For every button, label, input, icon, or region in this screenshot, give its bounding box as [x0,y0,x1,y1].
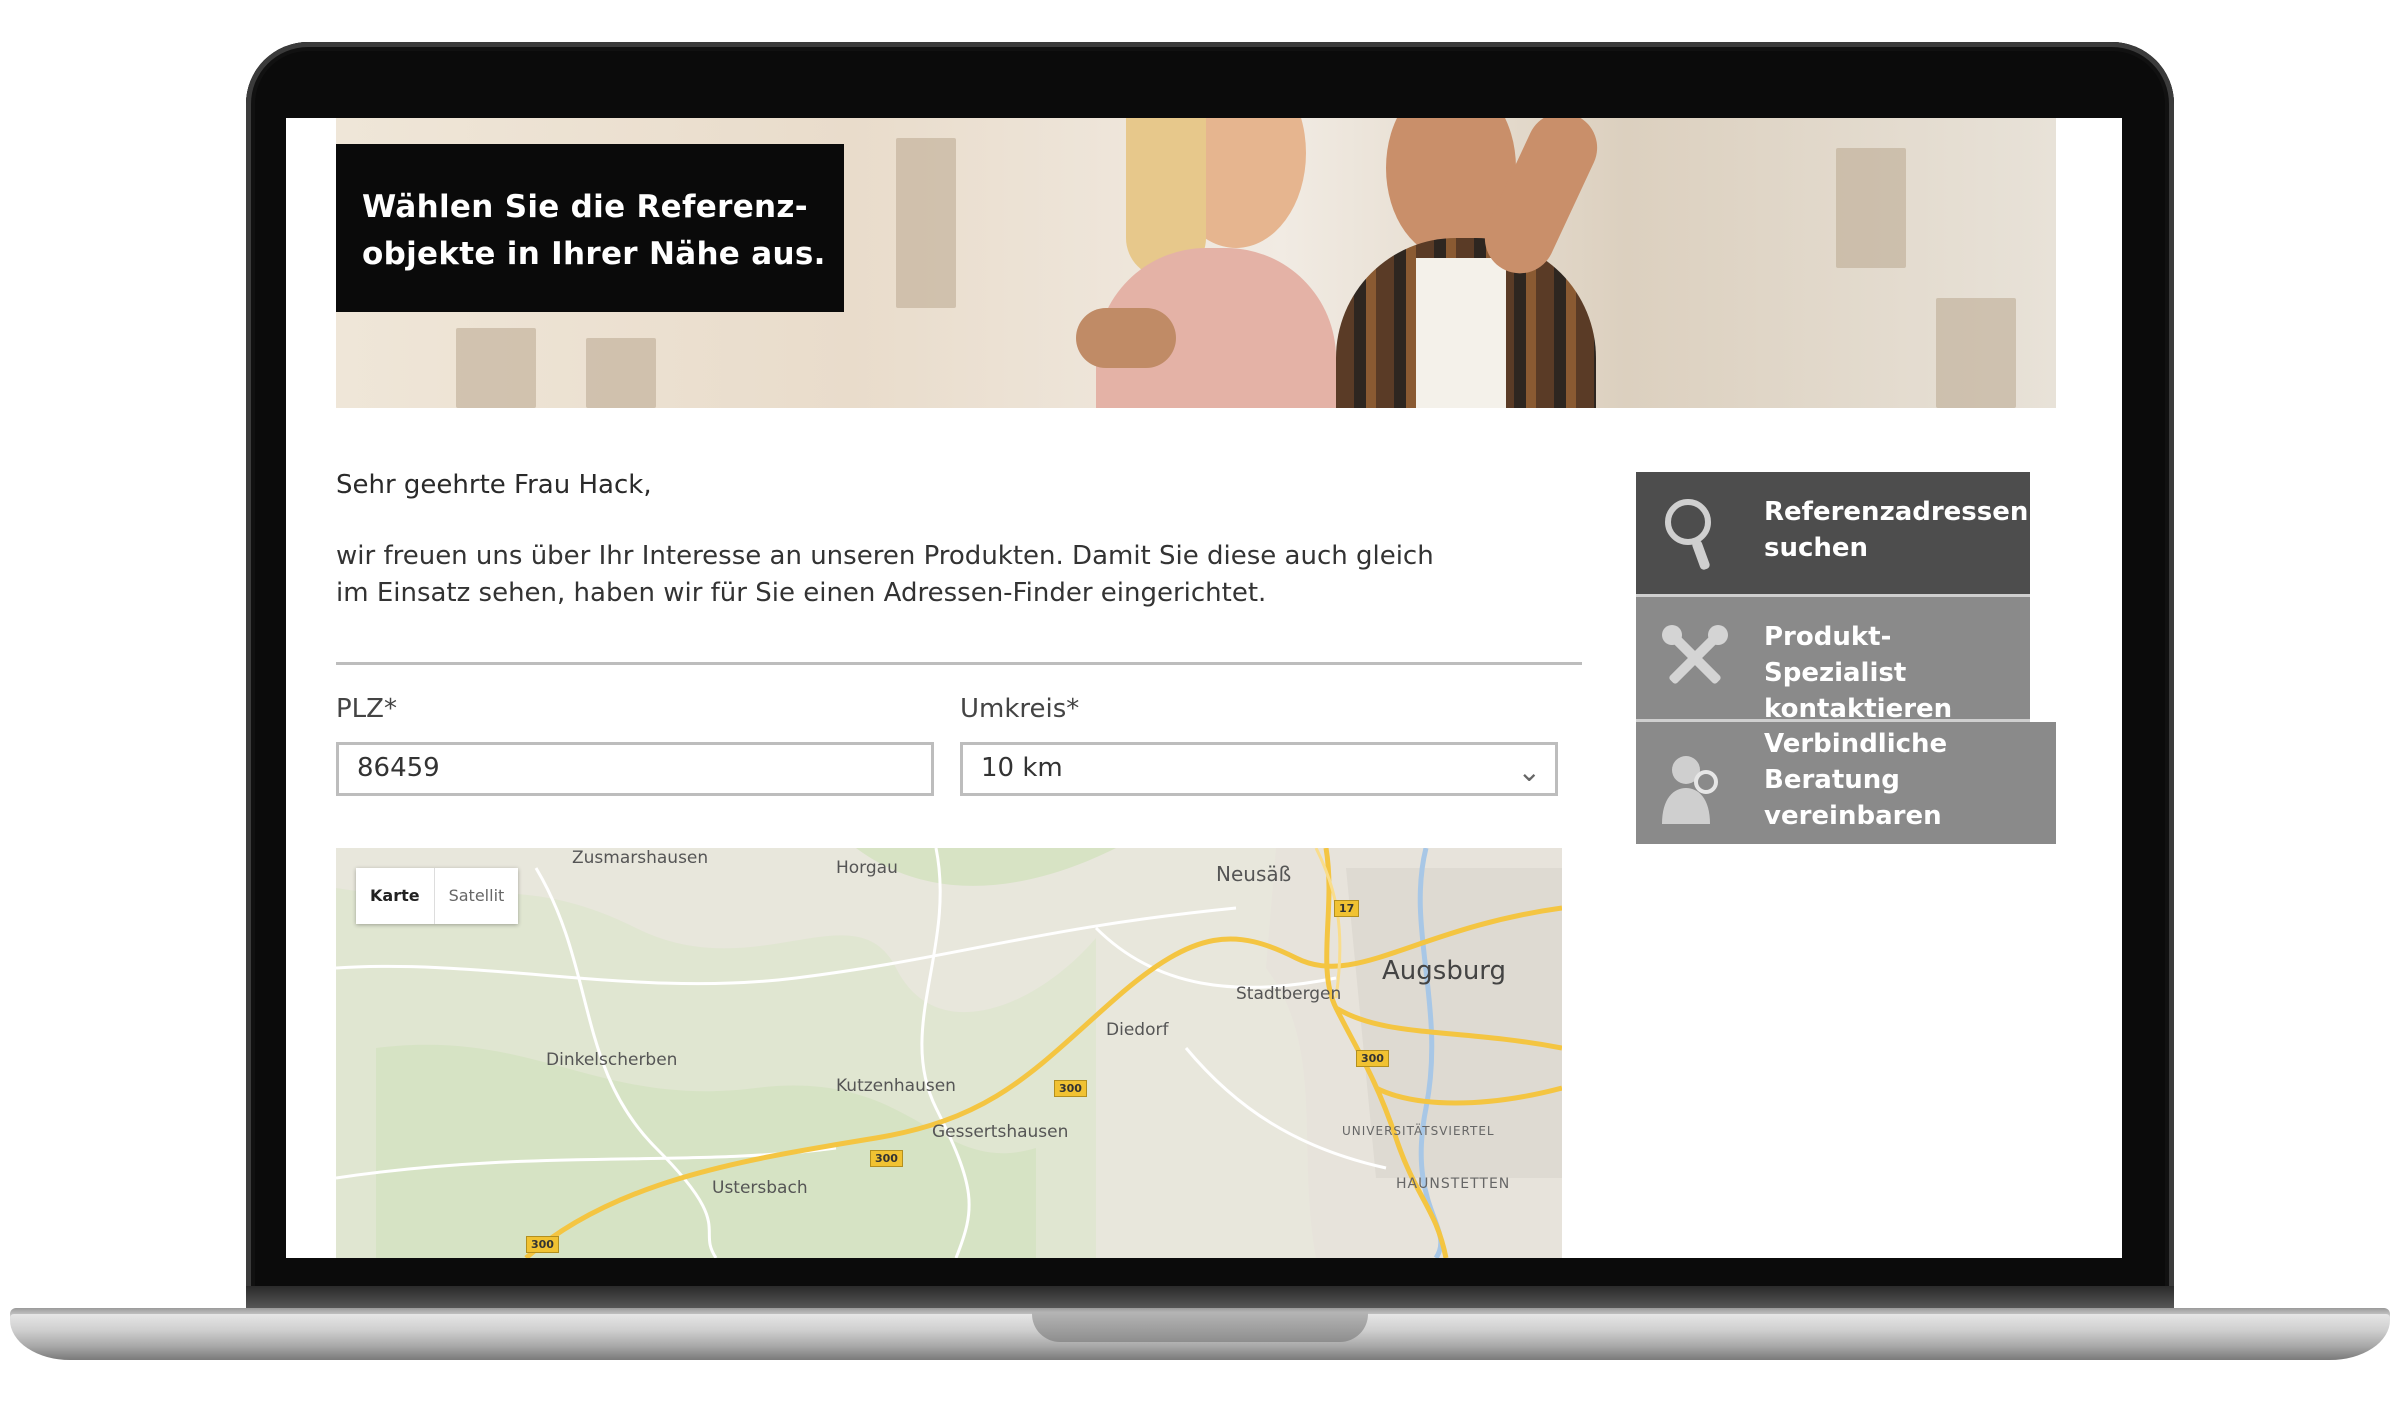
laptop-hinge [246,1286,2174,1310]
map-label-haunstetten: HAUNSTETTEN [1396,1176,1511,1192]
laptop-notch [1032,1312,1368,1342]
hero-headline-line2: objekte in Ihrer Nähe aus. [362,236,826,272]
radius-select-value: 10 km [981,753,1063,783]
plz-label: PLZ* [336,694,397,724]
intro-text: wir freuen uns über Ihr Interesse an uns… [336,538,1536,612]
sidebar-item-search-references[interactable]: Referenzadressen suchen [1636,472,2030,594]
consultant-icon [1656,748,1734,826]
radius-label: Umkreis* [960,694,1080,724]
sidebar-item-line: Referenzadressen [1764,497,2029,527]
building-window [896,138,956,308]
hero-banner: Wählen Sie die Referenz- objekte in Ihre… [336,118,2056,408]
sidebar-item-label: Verbindliche Beratung vereinbaren [1764,726,1947,834]
map-label-zusmarshausen: Zusmarshausen [572,848,709,868]
sidebar-item-line: Verbindliche [1764,729,1948,759]
satellite-view-button[interactable]: Satellit [435,868,519,924]
map[interactable]: Karte Satellit Zusmarshausen Horgau Neus… [336,848,1562,1258]
tools-icon [1656,619,1734,697]
hero-headline: Wählen Sie die Referenz- objekte in Ihre… [362,184,826,278]
sidebar-item-contact-specialist[interactable]: Produkt-Spezialist kontaktieren [1636,597,2030,724]
map-label-kutzenhausen: Kutzenhausen [836,1076,956,1096]
map-label-horgau: Horgau [836,858,898,878]
man-hand [1076,308,1176,368]
building-window [1836,148,1906,268]
sidebar-item-line: Beratung [1764,765,1900,795]
sidebar-item-line: Produkt-Spezialist [1764,622,1907,688]
road-shield: 300 [1054,1080,1087,1097]
laptop-screen: Wählen Sie die Referenz- objekte in Ihre… [286,118,2122,1258]
map-label-neusaess: Neusäß [1216,862,1292,886]
sidebar-item-label: Referenzadressen suchen [1764,494,2028,566]
hero-headline-box: Wählen Sie die Referenz- objekte in Ihre… [336,144,844,312]
road-shield: 17 [1334,900,1360,917]
map-label-universitaetsviertel: UNIVERSITÄTSVIERTEL [1342,1124,1495,1138]
map-type-toggle: Karte Satellit [356,868,519,924]
map-label-diedorf: Diedorf [1106,1020,1169,1040]
divider [336,662,1582,665]
map-label-ustersbach: Ustersbach [712,1178,808,1198]
map-label-dinkelscherben: Dinkelscherben [546,1050,678,1070]
man-tshirt [1416,258,1506,408]
road-shield: 300 [1356,1050,1389,1067]
building-window [586,338,656,408]
greeting-text: Sehr geehrte Frau Hack, [336,470,652,500]
road-shield: 300 [870,1150,903,1167]
radius-select[interactable]: 10 km ⌄ [960,742,1558,796]
building-window [1936,298,2016,408]
map-view-button[interactable]: Karte [356,868,435,924]
magnifier-icon [1656,494,1734,572]
sidebar-item-label: Produkt-Spezialist kontaktieren [1764,619,2030,727]
sidebar-item-book-consultation[interactable]: Verbindliche Beratung vereinbaren [1636,722,2056,844]
intro-line1: wir freuen uns über Ihr Interesse an uns… [336,541,1434,571]
road-shield: 300 [526,1236,559,1253]
sidebar-item-line: vereinbaren [1764,801,1942,831]
sidebar-item-line: suchen [1764,533,1869,563]
plz-input[interactable]: 86459 [336,742,934,796]
chevron-down-icon: ⌄ [1517,755,1541,788]
map-label-stadtbergen: Stadtbergen [1236,984,1342,1004]
intro-line2: im Einsatz sehen, haben wir für Sie eine… [336,578,1267,608]
hero-headline-line1: Wählen Sie die Referenz- [362,189,808,225]
map-label-gessertshausen: Gessertshausen [932,1122,1069,1142]
building-window [456,328,536,408]
map-label-augsburg: Augsburg [1382,956,1507,986]
plz-input-value: 86459 [357,753,440,783]
